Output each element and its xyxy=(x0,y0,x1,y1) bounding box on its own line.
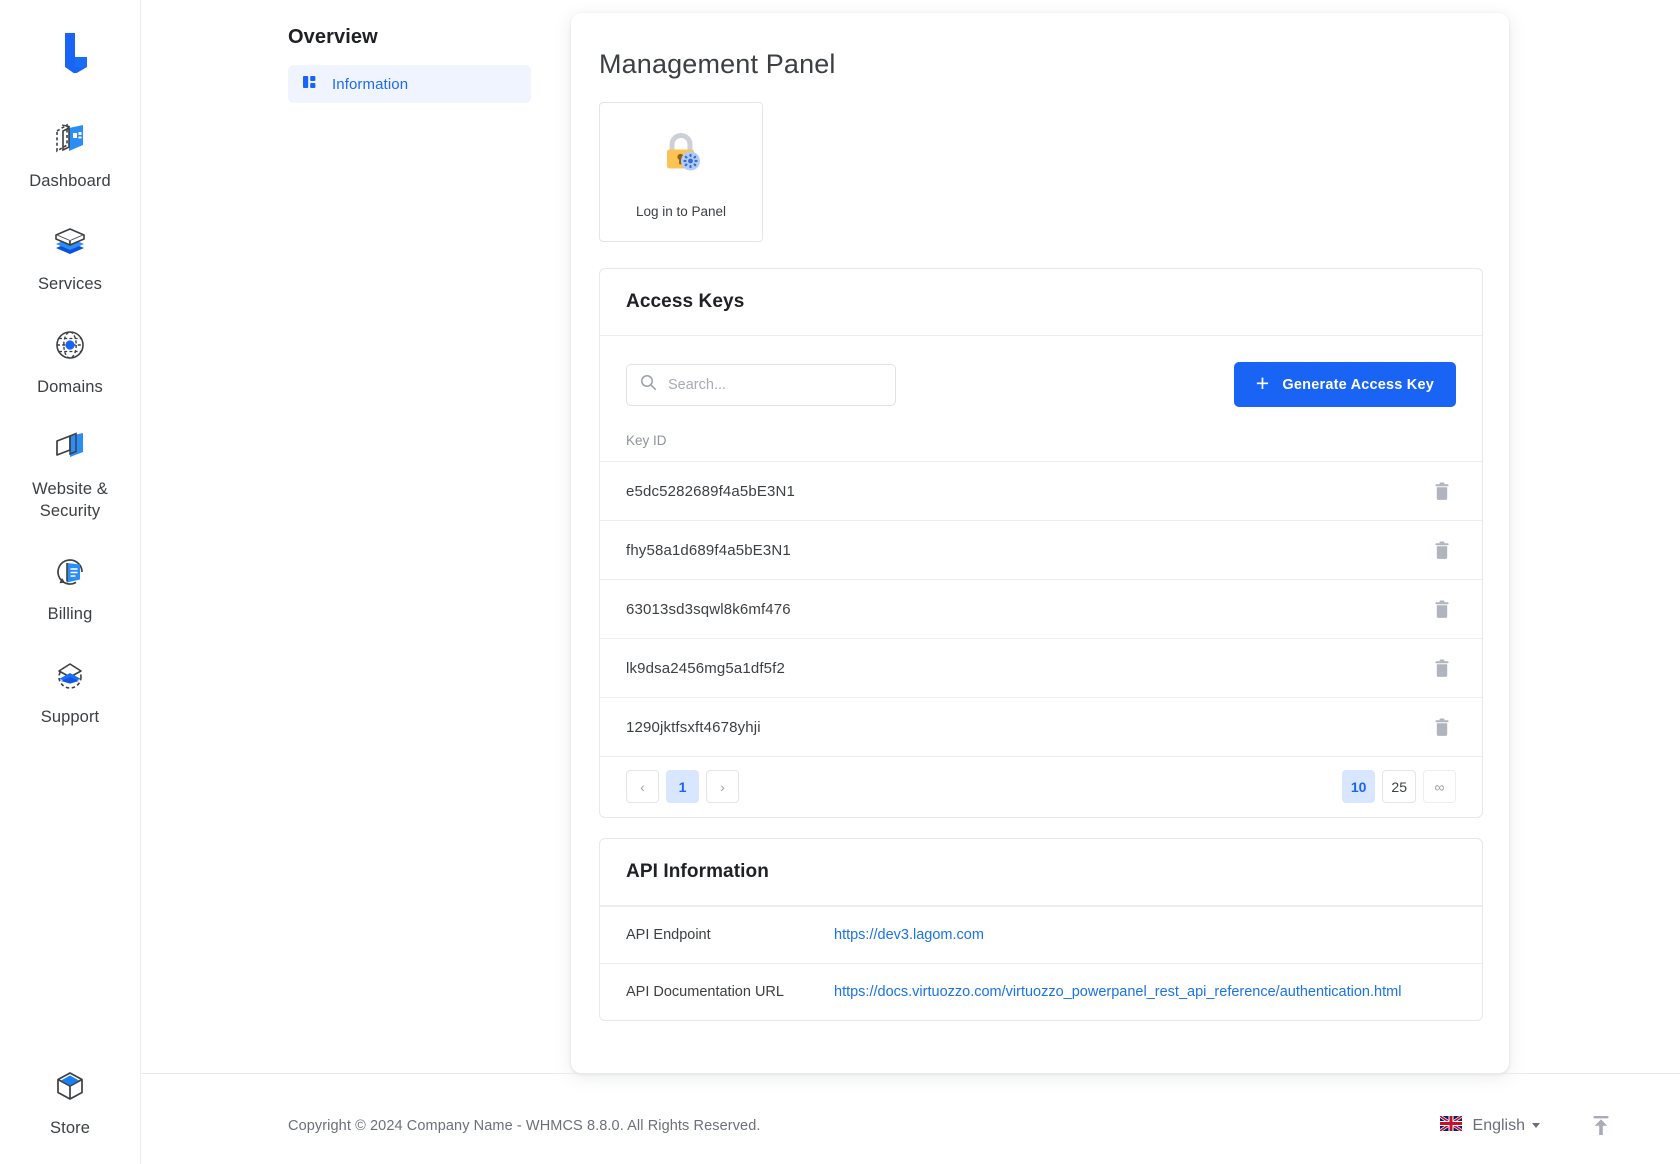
search-icon xyxy=(640,374,657,396)
access-keys-card: Access Keys Search... + Generate Access … xyxy=(599,268,1483,818)
table-row: fhy58a1d689f4a5bE3N1 xyxy=(600,520,1482,579)
services-stack-icon xyxy=(47,219,93,265)
trash-icon xyxy=(1432,600,1452,623)
delete-key-button[interactable] xyxy=(1428,536,1456,565)
store-cube-icon xyxy=(47,1063,93,1109)
information-panels-icon xyxy=(302,74,318,95)
support-envelope-icon xyxy=(47,652,93,698)
primary-sidebar: Dashboard Services Domains Website & Sec… xyxy=(0,0,141,1164)
language-label: English xyxy=(1472,1116,1525,1134)
trash-icon xyxy=(1432,718,1452,741)
billing-invoice-icon xyxy=(47,549,93,595)
sidebar-item-label: Services xyxy=(37,274,103,293)
page-footer: Copyright © 2024 Company Name - WHMCS 8.… xyxy=(141,1073,1680,1164)
domains-globe-icon xyxy=(47,322,93,368)
language-picker[interactable]: English xyxy=(1438,1114,1540,1136)
api-information-heading: API Information xyxy=(600,839,1482,906)
page-size-all[interactable]: ∞ xyxy=(1423,770,1456,803)
sidebar-item-label: Website & Security xyxy=(32,480,108,521)
generate-access-key-button[interactable]: + Generate Access Key xyxy=(1233,362,1456,407)
copyright-text: Copyright © 2024 Company Name - WHMCS 8.… xyxy=(288,1117,761,1134)
sidebar-item-dashboard[interactable]: Dashboard xyxy=(0,104,141,207)
lock-gear-icon xyxy=(652,125,710,188)
trash-icon xyxy=(1432,659,1452,682)
sidebar-item-support[interactable]: Support xyxy=(0,640,141,743)
api-documentation-label: API Documentation URL xyxy=(626,984,784,1000)
search-box[interactable] xyxy=(626,363,896,406)
content-wrapper: Overview Information Management Panel Lo… xyxy=(141,0,1680,1164)
table-row: 63013sd3sqwl8k6mf476 xyxy=(600,579,1482,638)
key-id-value: 1290jktfsxft4678yhji xyxy=(626,718,761,736)
scroll-to-top-button[interactable] xyxy=(1586,1110,1616,1142)
dashboard-icon xyxy=(47,116,93,162)
body-row: Overview Information Management Panel Lo… xyxy=(141,0,1680,1073)
sidebar-item-store[interactable]: Store xyxy=(0,1051,141,1164)
sidebar-item-label: Dashboard xyxy=(29,172,111,190)
sidebar-item-label: Billing xyxy=(47,604,93,623)
search-input[interactable] xyxy=(668,376,882,393)
pagination-prev-button[interactable]: ‹ xyxy=(626,770,659,803)
sidebar-item-label: Store xyxy=(50,1119,90,1138)
api-documentation-row: API Documentation URL https://docs.virtu… xyxy=(600,963,1482,1020)
page-title: Overview xyxy=(288,26,378,48)
secondary-nav: Overview Information xyxy=(141,12,571,103)
pagination: ‹ 1 › 10 25 ∞ xyxy=(600,756,1482,817)
pagination-page-1[interactable]: 1 xyxy=(666,770,699,803)
key-id-column-header: Key ID xyxy=(626,433,667,448)
table-row: 1290jktfsxft4678yhji xyxy=(600,697,1482,756)
api-documentation-link[interactable]: https://docs.virtuozzo.com/virtuozzo_pow… xyxy=(834,984,1401,1000)
lagom-l-logo-icon[interactable] xyxy=(38,18,102,82)
page-size-10[interactable]: 10 xyxy=(1341,770,1376,803)
footer-right: English xyxy=(1438,1110,1616,1142)
key-id-value: 63013sd3sqwl8k6mf476 xyxy=(626,600,791,618)
key-id-value: lk9dsa2456mg5a1df5f2 xyxy=(626,659,785,677)
sidebar-item-services[interactable]: Services xyxy=(0,207,141,310)
access-keys-toolbar: + Generate Access Key xyxy=(600,336,1482,429)
access-keys-heading: Access Keys xyxy=(600,269,1482,336)
api-endpoint-row: API Endpoint https://dev3.lagom.com xyxy=(600,906,1482,963)
panel-heading: Management Panel xyxy=(599,49,836,79)
generate-access-key-label: Generate Access Key xyxy=(1282,376,1434,393)
delete-key-button[interactable] xyxy=(1428,595,1456,624)
chevron-right-icon: › xyxy=(720,778,725,795)
table-row: e5dc5282689f4a5bE3N1 xyxy=(600,461,1482,520)
delete-key-button[interactable] xyxy=(1428,654,1456,683)
chevron-down-icon xyxy=(1532,1123,1540,1128)
page-size-selector: 10 25 ∞ xyxy=(1341,770,1456,803)
chevron-left-icon: ‹ xyxy=(640,778,645,795)
website-security-book-icon xyxy=(47,424,93,470)
scroll-to-top-icon xyxy=(1590,1115,1612,1141)
sidebar-item-label: Information xyxy=(332,75,409,93)
pagination-pages: ‹ 1 › xyxy=(626,770,739,803)
key-id-value: e5dc5282689f4a5bE3N1 xyxy=(626,482,795,500)
trash-icon xyxy=(1432,482,1452,505)
uk-flag-icon xyxy=(1438,1114,1463,1136)
api-endpoint-label: API Endpoint xyxy=(626,927,711,943)
page-size-25[interactable]: 25 xyxy=(1382,770,1416,803)
sidebar-item-label: Support xyxy=(40,707,100,726)
sidebar-item-website-security[interactable]: Website & Security xyxy=(0,412,141,537)
log-in-to-panel-label: Log in to Panel xyxy=(635,204,727,219)
delete-key-button[interactable] xyxy=(1428,713,1456,742)
app-root: Dashboard Services Domains Website & Sec… xyxy=(0,0,1680,1164)
management-panel-card: Management Panel Log in to Panel Access … xyxy=(571,13,1509,1073)
key-id-value: fhy58a1d689f4a5bE3N1 xyxy=(626,541,791,559)
sidebar-item-domains[interactable]: Domains xyxy=(0,310,141,413)
sidebar-item-label: Domains xyxy=(37,377,103,396)
pagination-next-button[interactable]: › xyxy=(706,770,739,803)
api-endpoint-link[interactable]: https://dev3.lagom.com xyxy=(834,927,984,943)
api-information-card: API Information API Endpoint https://dev… xyxy=(599,838,1483,1021)
sidebar-item-information[interactable]: Information xyxy=(288,65,531,103)
main-column: Management Panel Log in to Panel Access … xyxy=(571,12,1680,1073)
sidebar-item-billing[interactable]: Billing xyxy=(0,537,141,640)
plus-icon: + xyxy=(1255,370,1270,396)
log-in-to-panel-tile[interactable]: Log in to Panel xyxy=(599,102,763,242)
table-row: lk9dsa2456mg5a1df5f2 xyxy=(600,638,1482,697)
trash-icon xyxy=(1432,541,1452,564)
delete-key-button[interactable] xyxy=(1428,477,1456,506)
